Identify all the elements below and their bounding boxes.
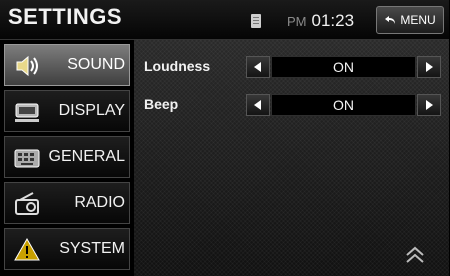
settings-panel: Loudness ON Beep ON bbox=[134, 40, 450, 276]
arrow-right-icon bbox=[426, 100, 433, 110]
sidebar-item-radio[interactable]: RADIO bbox=[4, 182, 130, 224]
settings-screen: SETTINGS PM 01:23 MENU SOUND DISPLAY GEN… bbox=[0, 0, 450, 276]
clock-time: 01:23 bbox=[311, 11, 355, 30]
loudness-next-button[interactable] bbox=[417, 56, 441, 78]
beep-label: Beep bbox=[144, 96, 179, 112]
menu-button[interactable]: MENU bbox=[376, 6, 444, 34]
arrow-right-icon bbox=[426, 62, 433, 72]
beep-value: ON bbox=[271, 94, 416, 116]
clock: PM 01:23 bbox=[287, 11, 354, 31]
page-title: SETTINGS bbox=[8, 4, 123, 29]
menu-button-label: MENU bbox=[400, 13, 436, 27]
double-chevron-up-icon[interactable] bbox=[404, 244, 426, 266]
sidebar-item-label: SYSTEM bbox=[59, 240, 125, 257]
sidebar-item-label: RADIO bbox=[74, 194, 125, 211]
sd-card-icon bbox=[251, 14, 261, 28]
top-bar: SETTINGS PM 01:23 MENU bbox=[0, 0, 450, 40]
loudness-prev-button[interactable] bbox=[246, 56, 270, 78]
loudness-row: Loudness ON bbox=[134, 54, 450, 80]
clock-ampm: PM bbox=[287, 14, 307, 29]
loudness-label: Loudness bbox=[144, 58, 211, 74]
sidebar-item-label: GENERAL bbox=[48, 148, 125, 165]
arrow-left-icon bbox=[254, 100, 261, 110]
loudness-value: ON bbox=[271, 56, 416, 78]
beep-prev-button[interactable] bbox=[246, 94, 270, 116]
beep-next-button[interactable] bbox=[417, 94, 441, 116]
sidebar-item-system[interactable]: SYSTEM bbox=[4, 228, 130, 270]
sidebar-item-label: SOUND bbox=[67, 56, 125, 73]
return-arrow-icon bbox=[385, 16, 396, 24]
sidebar: SOUND DISPLAY GENERAL RADIO SYSTEM bbox=[0, 40, 134, 276]
sidebar-item-display[interactable]: DISPLAY bbox=[4, 90, 130, 132]
arrow-left-icon bbox=[254, 62, 261, 72]
beep-row: Beep ON bbox=[134, 92, 450, 118]
sidebar-item-sound[interactable]: SOUND bbox=[4, 44, 130, 86]
sidebar-item-label: DISPLAY bbox=[58, 102, 125, 119]
sidebar-item-general[interactable]: GENERAL bbox=[4, 136, 130, 178]
